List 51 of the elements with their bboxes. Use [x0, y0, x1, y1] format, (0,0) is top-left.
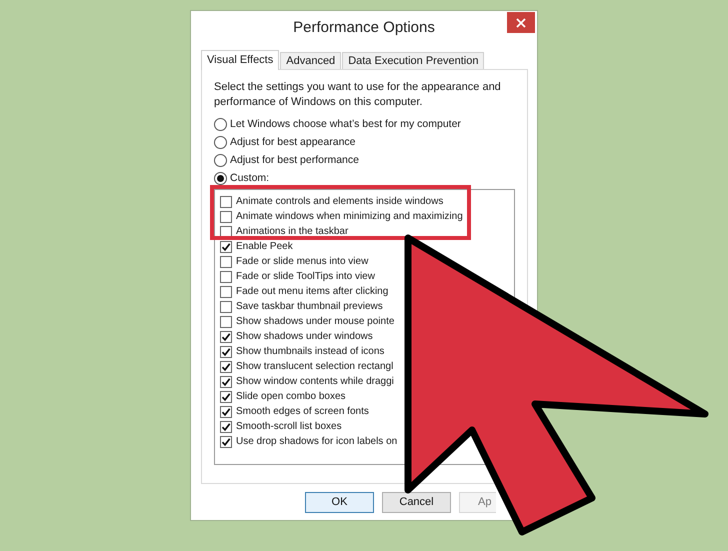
checkbox[interactable]: [220, 196, 232, 208]
radio-button[interactable]: [214, 154, 227, 166]
description-text: Select the settings you want to use for the appearance and performance of Windows on this computer.: [214, 80, 502, 110]
checkbox[interactable]: [220, 256, 232, 268]
effect-label[interactable]: Fade or slide ToolTips into view: [236, 270, 375, 282]
close-button[interactable]: [507, 12, 535, 33]
option-label[interactable]: Adjust for best appearance: [230, 136, 356, 148]
checkbox[interactable]: [220, 420, 232, 432]
effect-label[interactable]: Smooth-scroll list boxes: [236, 420, 342, 432]
checkbox[interactable]: [220, 330, 232, 342]
checkbox[interactable]: [220, 376, 232, 388]
effect-label[interactable]: Show shadows under mouse pointe: [236, 316, 394, 328]
effect-label[interactable]: Use drop shadows for icon labels on: [236, 436, 398, 448]
option-label[interactable]: Let Windows choose what’s best for my computer: [230, 118, 461, 130]
effect-label[interactable]: Show translucent selection rectangl: [236, 360, 394, 372]
checkbox[interactable]: [220, 316, 232, 328]
effect-label[interactable]: Slide open combo boxes: [236, 390, 346, 402]
tab[interactable]: Advanced: [280, 52, 342, 69]
checkbox[interactable]: [220, 390, 232, 402]
effect-label[interactable]: Save taskbar thumbnail previews: [236, 300, 383, 312]
tab[interactable]: Visual Effects: [201, 50, 280, 70]
effect-label[interactable]: Animate windows when minimizing and maximizing: [236, 210, 463, 222]
checkbox[interactable]: [220, 360, 232, 372]
checkbox[interactable]: [220, 436, 232, 448]
dialog-button[interactable]: Cancel: [382, 492, 451, 513]
radio-button[interactable]: [214, 136, 227, 148]
effect-label[interactable]: Animations in the taskbar: [236, 226, 348, 238]
effect-label[interactable]: Animate controls and elements inside windows: [236, 196, 444, 208]
effect-label[interactable]: Show window contents while draggi: [236, 376, 394, 388]
checkbox[interactable]: [220, 346, 232, 358]
checkbox[interactable]: [220, 240, 232, 252]
effect-label[interactable]: Enable Peek: [236, 240, 293, 252]
checkbox[interactable]: [220, 406, 232, 418]
checkbox[interactable]: [220, 286, 232, 298]
window-title: Performance Options: [293, 18, 435, 38]
radio-button[interactable]: [214, 118, 227, 130]
radio-button[interactable]: [214, 172, 227, 184]
effect-label[interactable]: Show shadows under windows: [236, 330, 373, 342]
close-icon: [516, 18, 526, 28]
checkbox[interactable]: [220, 300, 232, 312]
checkbox[interactable]: [220, 270, 232, 282]
option-label[interactable]: Custom:: [230, 172, 270, 184]
effect-label[interactable]: Smooth edges of screen fonts: [236, 406, 369, 418]
checkbox[interactable]: [220, 226, 232, 238]
option-label[interactable]: Adjust for best performance: [230, 154, 359, 166]
effect-label[interactable]: Fade out menu items after clicking: [236, 286, 388, 298]
checkbox[interactable]: [220, 210, 232, 222]
tab[interactable]: Data Execution Prevention: [342, 52, 484, 69]
effect-label[interactable]: Fade or slide menus into view: [236, 256, 368, 268]
dialog-button[interactable]: OK: [305, 492, 374, 513]
effect-label[interactable]: Show thumbnails instead of icons: [236, 346, 384, 358]
